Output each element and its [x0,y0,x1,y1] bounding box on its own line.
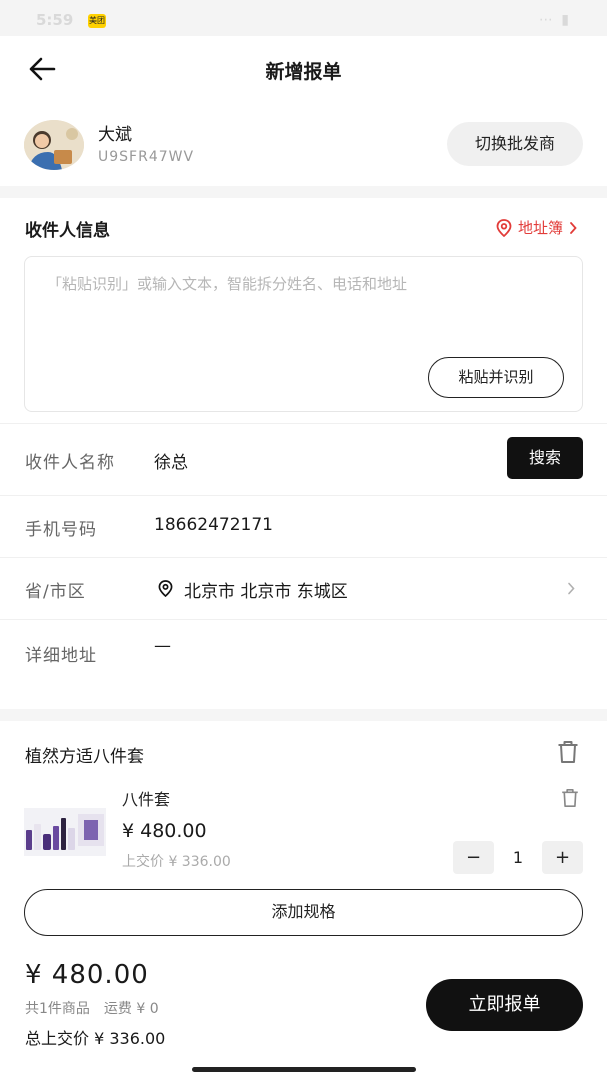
chevron-right-icon [570,221,577,234]
sku-price: ¥ 480.00 [122,820,207,842]
section-divider [0,186,607,198]
status-icons: ⋯ ▮ [538,12,571,28]
nav-bar: 新增报单 [0,36,607,102]
region-row[interactable]: 省/市区 北京市 北京市 东城区 [0,557,607,619]
user-name: 大斌 [98,125,132,145]
total-supply-price: 总上交价 ¥ 336.00 [25,1029,166,1048]
user-id: U9SFR47WV [98,149,195,165]
total-price: ¥ 480.00 [25,960,149,990]
address-row: 详细地址 — [0,619,607,709]
recipient-name-label: 收件人名称 [25,453,115,473]
search-button[interactable]: 搜索 [507,437,583,479]
address-label: 详细地址 [25,646,97,666]
paste-recognize-input[interactable]: 「粘贴识别」或输入文本，智能拆分姓名、电话和地址 粘贴并识别 [24,256,583,412]
sku-name: 八件套 [122,790,171,809]
add-spec-button[interactable]: 添加规格 [24,889,583,936]
address-book-link[interactable]: 地址簿 [496,217,577,238]
sku-supply-price: 上交价 ¥ 336.00 [122,854,231,870]
status-bar: 5:59 美团 ⋯ ▮ [0,0,607,36]
home-indicator[interactable] [192,1067,416,1072]
paste-placeholder: 「粘贴识别」或输入文本，智能拆分姓名、电话和地址 [47,275,408,293]
location-pin-icon [496,218,512,237]
sku-image [24,808,106,856]
status-time: 5:59 [36,11,74,29]
recipient-section-title: 收件人信息 [25,221,110,241]
order-summary: 共1件商品 运费 ¥ 0 [25,1001,159,1017]
phone-row: 手机号码 18662472171 [0,495,607,557]
recipient-name-row: 收件人名称 徐总 搜索 [0,423,607,495]
quantity-value[interactable]: 1 [500,848,536,867]
region-field[interactable]: 北京市 北京市 东城区 [184,577,348,602]
phone-label: 手机号码 [25,520,97,540]
chevron-right-icon [568,582,575,595]
submit-order-button[interactable]: 立即报单 [426,979,583,1031]
address-field[interactable]: — [154,636,171,656]
avatar [24,120,84,170]
address-book-label: 地址簿 [517,219,563,237]
phone-field[interactable]: 18662472171 [154,515,273,535]
location-pin-icon [158,580,173,597]
trash-icon[interactable] [557,740,579,764]
user-row: 大斌 U9SFR47WV 切换批发商 [0,102,607,186]
quantity-increase-button[interactable]: + [542,841,583,874]
switch-wholesaler-button[interactable]: 切换批发商 [447,122,583,166]
region-label: 省/市区 [25,582,86,602]
section-divider [0,709,607,721]
page-title: 新增报单 [265,61,342,83]
quantity-decrease-button[interactable]: − [453,841,494,874]
trash-icon[interactable] [561,788,579,808]
paste-recognize-button[interactable]: 粘贴并识别 [428,357,564,398]
app-badge: 美团 [88,14,106,28]
recipient-name-field[interactable]: 徐总 [154,448,188,473]
product-title: 植然方适八件套 [25,747,144,767]
